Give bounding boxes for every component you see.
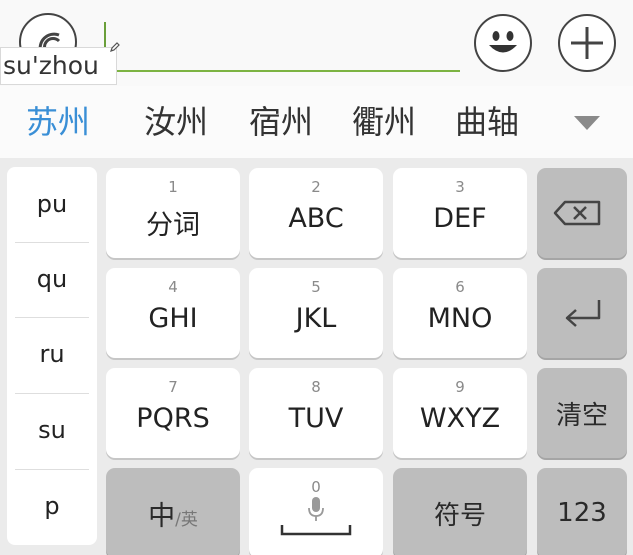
- candidate-1[interactable]: 苏州: [26, 86, 90, 158]
- candidate-3[interactable]: 宿州: [249, 86, 313, 158]
- candidate-5[interactable]: 曲轴: [455, 86, 519, 158]
- key-9-wxyz[interactable]: 9 WXYZ: [393, 368, 527, 458]
- key-number: 3: [455, 178, 465, 196]
- pinyin-item-3[interactable]: ru: [7, 317, 97, 392]
- key-8-tuv[interactable]: 8 TUV: [249, 368, 383, 458]
- clear-key-label: 清空: [555, 400, 608, 431]
- text-input-field[interactable]: [104, 18, 460, 72]
- triangle-down-icon[interactable]: [568, 108, 606, 136]
- pinyin-item-2[interactable]: qu: [7, 242, 97, 317]
- key-3-def[interactable]: 3 DEF: [393, 168, 527, 258]
- backspace-icon: [553, 200, 601, 226]
- pencil-icon[interactable]: [109, 41, 121, 53]
- key-label: MNO: [427, 303, 493, 334]
- key-5-jkl[interactable]: 5 JKL: [249, 268, 383, 358]
- key-2-abc[interactable]: 2 ABC: [249, 168, 383, 258]
- plus-icon: [571, 27, 603, 59]
- key-number: 0: [311, 478, 321, 496]
- more-button[interactable]: [558, 14, 616, 72]
- language-switch-label: 中/英: [106, 468, 240, 555]
- key-label: ABC: [288, 203, 344, 234]
- language-switch-key[interactable]: 中/英: [106, 468, 240, 555]
- key-1-fenci[interactable]: 1 分词: [106, 168, 240, 258]
- pinyin-composition: su'zhou: [0, 47, 117, 85]
- symbols-key[interactable]: 符号: [393, 468, 527, 555]
- key-4-ghi[interactable]: 4 GHI: [106, 268, 240, 358]
- key-label: TUV: [288, 403, 344, 434]
- key-label: JKL: [295, 303, 337, 334]
- enter-key[interactable]: [537, 268, 627, 358]
- t9-keyboard: pu qu ru su p 1 分词 2 ABC 3 DEF 4 GHI 5 J…: [0, 158, 633, 555]
- space-key[interactable]: 0: [249, 468, 383, 555]
- emoji-button[interactable]: [474, 14, 532, 72]
- numbers-key[interactable]: 123: [537, 468, 627, 555]
- clear-key[interactable]: 清空: [537, 368, 627, 458]
- numbers-key-label: 123: [557, 498, 607, 528]
- key-number: 9: [455, 378, 465, 396]
- backspace-key[interactable]: [537, 168, 627, 258]
- pinyin-list: pu qu ru su p: [7, 167, 97, 545]
- key-label: 分词: [146, 210, 200, 241]
- microphone-icon: [308, 497, 324, 521]
- symbols-key-label: 符号: [433, 500, 486, 531]
- key-label: GHI: [148, 303, 198, 334]
- key-number: 6: [455, 278, 465, 296]
- key-7-pqrs[interactable]: 7 PQRS: [106, 368, 240, 458]
- key-number: 1: [168, 178, 178, 196]
- enter-icon: [565, 300, 601, 327]
- candidate-2[interactable]: 汝州: [144, 86, 208, 158]
- candidate-bar: 苏州 汝州 宿州 衢州 曲轴: [0, 86, 633, 158]
- key-number: 2: [311, 178, 321, 196]
- pinyin-item-1[interactable]: pu: [7, 167, 97, 242]
- key-number: 5: [311, 278, 321, 296]
- key-number: 4: [168, 278, 178, 296]
- lang-main-label: 中: [148, 500, 176, 532]
- pinyin-item-4[interactable]: su: [7, 393, 97, 468]
- key-label: DEF: [433, 203, 487, 234]
- pinyin-item-5[interactable]: p: [7, 469, 97, 544]
- key-label: PQRS: [136, 403, 210, 434]
- candidate-4[interactable]: 衢州: [352, 86, 416, 158]
- text-caret: [104, 22, 106, 50]
- lang-sub-label: /英: [175, 509, 198, 530]
- input-bar: su'zhou: [0, 0, 633, 86]
- key-number: 8: [311, 378, 321, 396]
- smiley-icon: [489, 31, 517, 53]
- key-6-mno[interactable]: 6 MNO: [393, 268, 527, 358]
- key-number: 7: [168, 378, 178, 396]
- key-label: WXYZ: [419, 403, 501, 434]
- space-bar-icon: [280, 525, 352, 536]
